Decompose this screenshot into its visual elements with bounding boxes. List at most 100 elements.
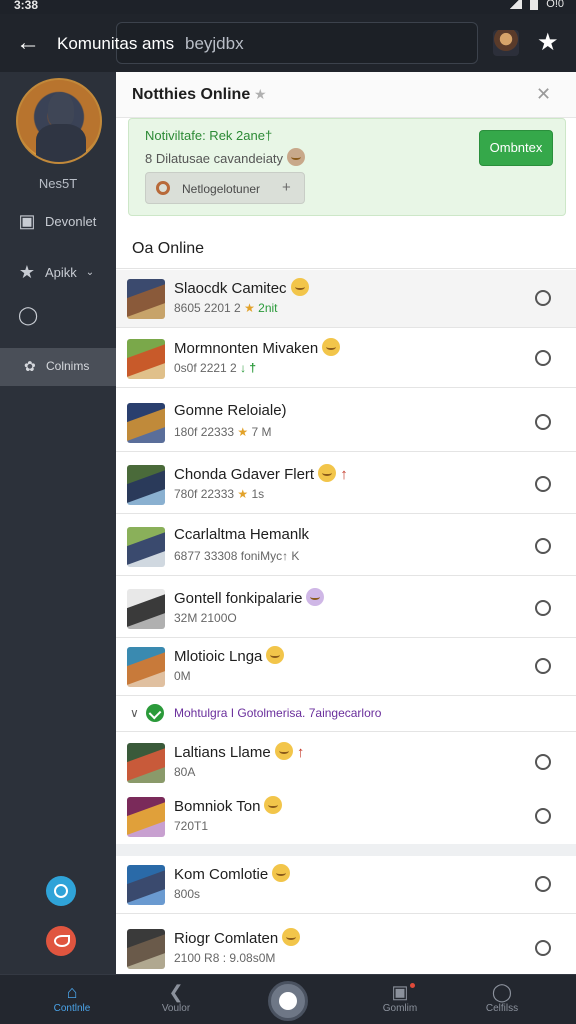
chat-fab-button[interactable] (46, 926, 76, 956)
sidebar-item-profile[interactable]: ◯ (18, 305, 39, 325)
select-radio[interactable] (535, 350, 551, 366)
nav-tray[interactable]: ▣ Gomlim (360, 981, 440, 1014)
sidebar-item-devonlet[interactable]: ▣ Devonlet (18, 212, 96, 230)
notification-dot (410, 983, 415, 988)
home-icon: ⌂ (66, 982, 78, 1002)
panel-title: Notthies Online (132, 86, 251, 103)
sidebar-item-apikk[interactable]: ★ Apikk ⌄ (18, 263, 94, 281)
select-radio[interactable] (535, 876, 551, 892)
select-radio[interactable] (535, 476, 551, 492)
select-radio[interactable] (535, 754, 551, 770)
select-radio[interactable] (535, 290, 551, 306)
select-radio[interactable] (535, 808, 551, 824)
star-outline-icon[interactable]: ★ (254, 86, 267, 103)
emoji-icon (306, 588, 325, 606)
row-subtitle: 0s0f 2221 2 ↓ † (174, 361, 257, 375)
row-name: Mormnonten Mivaken (174, 338, 341, 357)
avatar (127, 929, 165, 969)
group-note[interactable]: ∨ Mohtulgra I Gotolmerisa. 7aingecarloro (116, 696, 576, 732)
status-icons: O!0 (508, 0, 564, 10)
list-item[interactable]: Bomniok Ton 720T1 (116, 788, 576, 846)
list-item[interactable]: Ccarlaltma Hemanlk 6877 33308 foniMyc↑ K (116, 518, 576, 576)
row-subtitle: 80A (174, 765, 196, 779)
row-name: Gomne Reloiale) (174, 402, 287, 419)
notification-chip[interactable]: Netlogelotuner + (145, 172, 305, 204)
user-icon: ◯ (491, 982, 513, 1002)
square-icon: ▣ (18, 211, 36, 231)
emoji-icon (264, 796, 283, 814)
profile-name: Nes5T (38, 176, 78, 191)
chevron-down-icon: ⌄ (85, 266, 95, 278)
sidebar-item-label: Colnims (46, 359, 90, 373)
row-subtitle: 780f 22333 ★ 1s (174, 487, 265, 501)
row-subtitle: 0M (174, 669, 191, 683)
select-radio[interactable] (535, 658, 551, 674)
notification-title: Notiviltafe: Rek 2ane† (145, 128, 273, 143)
avatar (127, 797, 165, 837)
row-subtitle: 800s (174, 887, 201, 901)
nav-label: Voulor (161, 1003, 191, 1014)
star-icon: ★ (18, 262, 36, 282)
group-note-text: Mohtulgra I Gotolmerisa. 7aingecarloro (174, 706, 382, 720)
nav-user[interactable]: ◯ Celfilss (462, 981, 542, 1014)
close-icon[interactable]: ✕ (536, 84, 551, 105)
chip-label: Netlogelotuner (182, 182, 261, 196)
profile-avatar[interactable] (16, 78, 102, 164)
leaf-icon: ✿ (24, 358, 36, 374)
arrow-up-icon: ↑ (336, 466, 348, 483)
user-avatar[interactable] (493, 30, 519, 56)
sidebar-item-label: Apikk (45, 264, 77, 280)
row-subtitle: 180f 22333 ★ 7 M (174, 425, 272, 439)
online-panel: Notthies Online ★ ✕ Notiviltafe: Rek 2an… (116, 72, 576, 974)
divider (116, 268, 576, 269)
section-title: Oa Online (132, 240, 205, 257)
notification-card: Notiviltafe: Rek 2ane† 8 Dilatusae cavan… (128, 118, 566, 216)
nav-home[interactable]: ⌂ Contlnle (32, 981, 112, 1014)
avatar (127, 403, 165, 443)
app-screen: 3:38 O!0 ← Komunitas ams ★ Nes5T ▣ Devon… (0, 0, 576, 1024)
sidebar-item-label: Devonlet (45, 213, 97, 229)
row-subtitle: 6877 33308 foniMyc↑ K (174, 549, 300, 563)
avatar (127, 465, 165, 505)
select-radio[interactable] (535, 414, 551, 430)
list-item[interactable]: Slaocdk Camitec 8605 2201 2 ★ 2nit (116, 270, 576, 328)
search-input[interactable] (185, 33, 465, 55)
signal-icon (508, 0, 523, 9)
star-icon[interactable]: ★ (537, 28, 559, 57)
row-name: Ccarlaltma Hemanlk (174, 526, 310, 543)
target-icon (156, 181, 170, 195)
avatar (127, 279, 165, 319)
section-gap (116, 844, 576, 856)
select-radio[interactable] (535, 940, 551, 956)
select-radio[interactable] (535, 538, 551, 554)
chevron-icon: ∨ (130, 706, 139, 720)
top-bar: ← Komunitas ams ★ (0, 14, 576, 72)
row-name: Laltians Llame ↑ (174, 742, 305, 761)
online-action-button[interactable]: Ombntex (479, 130, 553, 166)
row-name: Riogr Comlaten (174, 928, 301, 947)
person-icon: ◯ (18, 305, 39, 325)
list-item[interactable]: Mlotioic Lnga 0M (116, 638, 576, 696)
list-item[interactable]: Chonda Gdaver Flert ↑ 780f 22333 ★ 1s (116, 456, 576, 514)
emoji-icon (274, 742, 293, 760)
list-item[interactable]: Gontell fonkipalarie 32M 2100O (116, 580, 576, 638)
row-subtitle: 720T1 (174, 819, 209, 833)
avatar (127, 339, 165, 379)
nav-back[interactable]: ❮ Voulor (136, 981, 216, 1014)
page-title: Komunitas ams (57, 34, 175, 53)
back-arrow-icon[interactable]: ← (16, 30, 42, 56)
home-center-button[interactable] (268, 981, 308, 1021)
emoji-icon (282, 928, 301, 946)
camera-fab-button[interactable] (46, 876, 76, 906)
list-item[interactable]: Laltians Llame ↑ 80A (116, 734, 576, 792)
list-item[interactable]: Gomne Reloiale) 180f 22333 ★ 7 M (116, 394, 576, 452)
tray-icon: ▣ (391, 982, 409, 1002)
row-name: Bomniok Ton (174, 796, 283, 815)
select-radio[interactable] (535, 600, 551, 616)
list-item[interactable]: Kom Comlotie 800s (116, 856, 576, 914)
emoji-icon (266, 646, 285, 664)
list-item[interactable]: Riogr Comlaten 2100 R8 : 9.08s0M (116, 920, 576, 974)
status-right-text: O!0 (546, 0, 564, 10)
list-item[interactable]: Mormnonten Mivaken 0s0f 2221 2 ↓ † (116, 330, 576, 388)
sidebar-item-colnims[interactable]: ✿ Colnims (0, 348, 116, 386)
